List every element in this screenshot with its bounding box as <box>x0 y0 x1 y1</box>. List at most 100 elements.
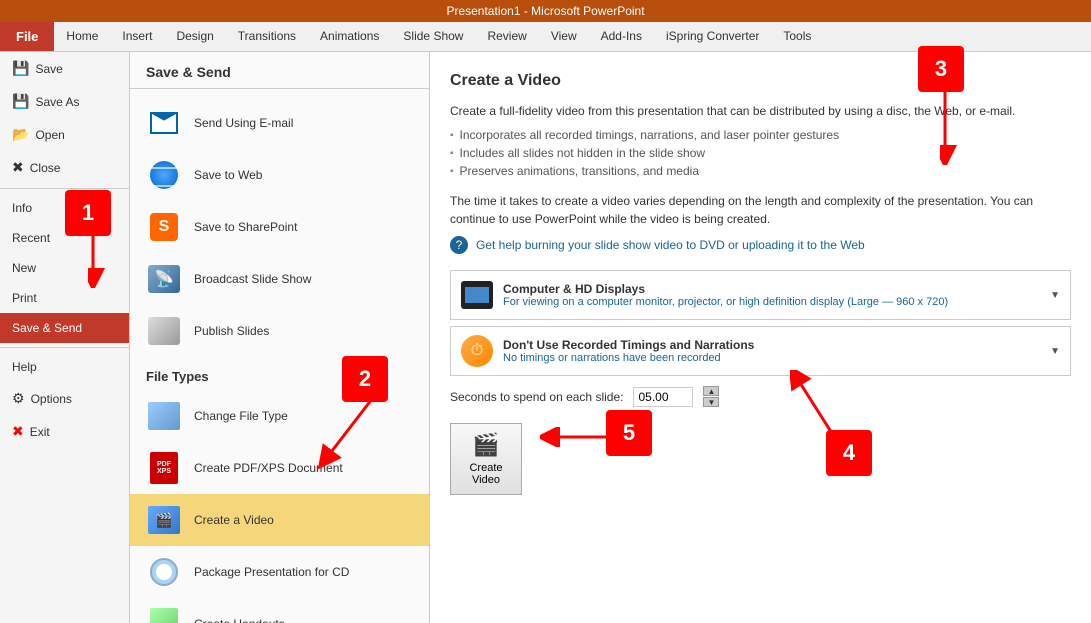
tab-review[interactable]: Review <box>475 22 538 51</box>
broadcast-icon: 📡 <box>146 261 182 297</box>
sidebar-save-label: Save <box>35 62 62 76</box>
tab-slideshow[interactable]: Slide Show <box>391 22 475 51</box>
help-icon: ? <box>450 236 468 254</box>
title-text: Presentation1 - Microsoft PowerPoint <box>446 4 644 18</box>
help-link[interactable]: ? Get help burning your slide show video… <box>450 236 1071 254</box>
feature-list: Incorporates all recorded timings, narra… <box>450 126 1071 180</box>
spinner-arrows[interactable]: ▲ ▼ <box>703 386 719 407</box>
tab-home[interactable]: Home <box>54 22 110 51</box>
save-web-label: Save to Web <box>194 168 262 182</box>
sidebar-options-label: Options <box>31 392 72 406</box>
sidebar-item-print[interactable]: Print <box>0 283 129 313</box>
sidebar-item-recent[interactable]: Recent <box>0 223 129 253</box>
content-desc-1: Create a full-fidelity video from this p… <box>450 102 1071 120</box>
tab-addins[interactable]: Add-Ins <box>589 22 654 51</box>
video-icon: 🎬 <box>146 502 182 538</box>
sidebar-item-close[interactable]: ✖ Close <box>0 151 129 184</box>
tab-ispring[interactable]: iSpring Converter <box>654 22 771 51</box>
middle-item-create-handouts[interactable]: Create Handouts <box>130 598 429 623</box>
main-area: 💾 Save 💾 Save As 📂 Open ✖ Close Info Rec… <box>0 52 1091 623</box>
create-handouts-label: Create Handouts <box>194 617 285 623</box>
sidebar-new-label: New <box>12 261 36 275</box>
sidebar-item-save[interactable]: 💾 Save <box>0 52 129 85</box>
seconds-label: Seconds to spend on each slide: <box>450 390 623 404</box>
publish-label: Publish Slides <box>194 324 269 338</box>
right-panel: Create a Video Create a full-fidelity vi… <box>430 52 1091 623</box>
tab-tools[interactable]: Tools <box>771 22 823 51</box>
sidebar-open-label: Open <box>35 128 64 142</box>
dropdown-timings-main: Don't Use Recorded Timings and Narration… <box>503 338 1050 352</box>
sidebar-item-save-send[interactable]: Save & Send <box>0 313 129 343</box>
sidebar-help-label: Help <box>12 360 37 374</box>
tab-transitions[interactable]: Transitions <box>226 22 308 51</box>
middle-item-publish[interactable]: Publish Slides <box>130 305 429 357</box>
sidebar-save-as-label: Save As <box>35 95 79 109</box>
middle-item-package-cd[interactable]: Package Presentation for CD <box>130 546 429 598</box>
title-bar: Presentation1 - Microsoft PowerPoint <box>0 0 1091 22</box>
save-send-title: Save & Send <box>130 64 429 89</box>
tab-animations[interactable]: Animations <box>308 22 391 51</box>
sidebar: 💾 Save 💾 Save As 📂 Open ✖ Close Info Rec… <box>0 52 130 623</box>
sidebar-item-save-as[interactable]: 💾 Save As <box>0 85 129 118</box>
pdf-icon: PDFXPS <box>146 450 182 486</box>
create-video-button[interactable]: 🎬 CreateVideo <box>450 423 522 495</box>
file-types-title: File Types <box>130 357 429 390</box>
dropdown-timings[interactable]: ⏱ Don't Use Recorded Timings and Narrati… <box>450 326 1071 376</box>
create-video-title: Create a Video <box>450 72 1071 90</box>
sidebar-item-exit[interactable]: ✖ Exit <box>0 415 129 448</box>
middle-item-change-type[interactable]: Change File Type <box>130 390 429 442</box>
create-video-btn-label: CreateVideo <box>469 462 502 486</box>
dropdown-display-arrow: ▼ <box>1050 290 1060 301</box>
middle-item-save-web[interactable]: Save to Web <box>130 149 429 201</box>
ribbon: File Home Insert Design Transitions Anim… <box>0 22 1091 52</box>
dropdown-display-sub: For viewing on a computer monitor, proje… <box>503 296 1050 308</box>
file-tab[interactable]: File <box>0 22 54 51</box>
email-icon <box>146 105 182 141</box>
tab-view[interactable]: View <box>539 22 589 51</box>
sidebar-exit-label: Exit <box>30 425 50 439</box>
sidebar-recent-label: Recent <box>12 231 50 245</box>
tab-insert[interactable]: Insert <box>110 22 164 51</box>
sidebar-item-help[interactable]: Help <box>0 352 129 382</box>
publish-icon <box>146 313 182 349</box>
sidebar-save-send-label: Save & Send <box>12 321 82 335</box>
dropdown-display-main: Computer & HD Displays <box>503 282 1050 296</box>
sidebar-info-label: Info <box>12 201 32 215</box>
sidebar-print-label: Print <box>12 291 37 305</box>
spinner-down[interactable]: ▼ <box>703 397 719 407</box>
help-link-text: Get help burning your slide show video t… <box>476 238 865 252</box>
sidebar-item-open[interactable]: 📂 Open <box>0 118 129 151</box>
bullet-3: Preserves animations, transitions, and m… <box>450 162 1071 180</box>
dropdown-timings-sub: No timings or narrations have been recor… <box>503 352 1050 364</box>
middle-item-pdf[interactable]: PDFXPS Create PDF/XPS Document <box>130 442 429 494</box>
spinner-up[interactable]: ▲ <box>703 386 719 396</box>
middle-item-create-video[interactable]: 🎬 Create a Video <box>130 494 429 546</box>
change-type-icon <box>146 398 182 434</box>
globe-icon <box>146 157 182 193</box>
change-type-label: Change File Type <box>194 409 288 423</box>
bullet-1: Incorporates all recorded timings, narra… <box>450 126 1071 144</box>
sidebar-item-options[interactable]: ⚙ Options <box>0 382 129 415</box>
dropdown-timings-arrow: ▼ <box>1050 346 1060 357</box>
sidebar-item-info[interactable]: Info <box>0 193 129 223</box>
package-cd-label: Package Presentation for CD <box>194 565 349 579</box>
sidebar-item-new[interactable]: New <box>0 253 129 283</box>
pdf-label: Create PDF/XPS Document <box>194 461 343 475</box>
sidebar-close-label: Close <box>30 161 61 175</box>
handout-icon <box>146 606 182 623</box>
dropdown-display-text: Computer & HD Displays For viewing on a … <box>503 282 1050 308</box>
email-label: Send Using E-mail <box>194 116 293 130</box>
seconds-row: Seconds to spend on each slide: ▲ ▼ <box>450 386 1071 407</box>
timings-icon: ⏱ <box>461 335 493 367</box>
middle-item-sharepoint[interactable]: S Save to SharePoint <box>130 201 429 253</box>
create-video-label: Create a Video <box>194 513 274 527</box>
bullet-2: Includes all slides not hidden in the sl… <box>450 144 1071 162</box>
seconds-input[interactable] <box>633 387 693 407</box>
tab-design[interactable]: Design <box>164 22 225 51</box>
middle-panel: Save & Send Send Using E-mail Save to We… <box>130 52 430 623</box>
content-desc-2: The time it takes to create a video vari… <box>450 192 1071 228</box>
broadcast-label: Broadcast Slide Show <box>194 272 311 286</box>
middle-item-email[interactable]: Send Using E-mail <box>130 97 429 149</box>
middle-item-broadcast[interactable]: 📡 Broadcast Slide Show <box>130 253 429 305</box>
dropdown-display[interactable]: Computer & HD Displays For viewing on a … <box>450 270 1071 320</box>
